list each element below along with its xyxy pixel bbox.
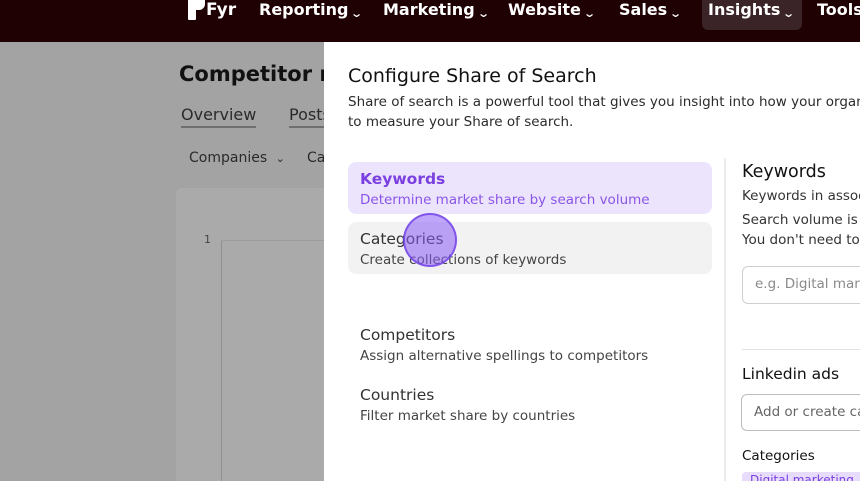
option-title: Countries bbox=[360, 386, 435, 404]
nav-item-website[interactable]: Website ⌄ bbox=[508, 0, 596, 30]
option-subtitle: Determine market share by search volume bbox=[360, 192, 650, 208]
chevron-down-icon: ⌄ bbox=[669, 7, 683, 20]
category-input[interactable]: Add or create ca bbox=[741, 394, 860, 431]
drawer-description-line: to measure your Share of search. bbox=[348, 114, 574, 130]
nav-item-label: Website bbox=[508, 0, 581, 19]
section-divider bbox=[742, 349, 860, 350]
chart-axis bbox=[221, 240, 222, 481]
keyword-input[interactable]: e.g. Digital mark bbox=[742, 266, 860, 304]
option-keywords[interactable]: Keywords Determine market share by searc… bbox=[348, 162, 712, 214]
chevron-down-icon: ⌄ bbox=[275, 152, 285, 165]
chevron-down-icon: ⌄ bbox=[350, 7, 364, 20]
option-title: Competitors bbox=[360, 326, 456, 344]
filter-companies[interactable]: Companies ⌄ bbox=[189, 150, 285, 166]
panel-title: Keywords bbox=[742, 162, 826, 182]
nav-item-label: Insights bbox=[708, 0, 781, 19]
category-name: Linkedin ads bbox=[742, 365, 840, 383]
option-competitors[interactable]: Competitors Assign alternative spellings… bbox=[348, 318, 712, 370]
drawer-description: Share of search is a powerful tool that … bbox=[348, 92, 860, 132]
filter-categories[interactable]: Ca bbox=[307, 150, 325, 166]
category-tag[interactable]: Digital marketing bbox=[742, 472, 860, 481]
top-navigation: Fyr Reporting ⌄ Marketing ⌄ Website ⌄ Sa… bbox=[0, 0, 860, 42]
option-categories[interactable]: Categories Create collections of keyword… bbox=[348, 222, 712, 274]
chart-card bbox=[176, 188, 346, 481]
cursor-indicator bbox=[403, 213, 457, 267]
panel-text: Keywords in assoc bbox=[742, 188, 860, 204]
tab-overview[interactable]: Overview bbox=[181, 105, 257, 128]
option-subtitle: Filter market share by countries bbox=[360, 408, 576, 424]
panel-text: Search volume is t bbox=[742, 212, 860, 228]
nav-item-label: Sales bbox=[619, 0, 668, 19]
nav-item-label: Tools bbox=[817, 0, 860, 19]
chevron-down-icon: ⌄ bbox=[583, 7, 596, 20]
logo-icon bbox=[186, 0, 212, 20]
configure-drawer: Configure Share of Search Share of searc… bbox=[324, 42, 860, 481]
filter-label: Companies bbox=[189, 150, 268, 166]
categories-label: Categories bbox=[742, 448, 815, 464]
nav-item-label: Reporting bbox=[259, 0, 349, 19]
option-title: Keywords bbox=[360, 170, 446, 188]
chevron-down-icon: ⌄ bbox=[476, 7, 490, 20]
nav-item-insights[interactable]: Insights ⌄ bbox=[702, 0, 802, 30]
nav-item-sales[interactable]: Sales ⌄ bbox=[619, 0, 683, 30]
logo[interactable]: Fyr bbox=[186, 0, 236, 20]
panel-divider bbox=[724, 158, 726, 481]
nav-item-marketing[interactable]: Marketing ⌄ bbox=[383, 0, 490, 30]
chart-axis-tick: 1 bbox=[204, 233, 211, 246]
option-countries[interactable]: Countries Filter market share by countri… bbox=[348, 378, 712, 430]
nav-item-label: Marketing bbox=[383, 0, 475, 19]
nav-item-reporting[interactable]: Reporting ⌄ bbox=[259, 0, 364, 30]
drawer-title: Configure Share of Search bbox=[348, 65, 597, 87]
panel-text: You don't need to bbox=[742, 232, 860, 248]
chart-gridline bbox=[221, 240, 331, 241]
nav-item-tools[interactable]: Tools bbox=[817, 0, 860, 30]
option-subtitle: Assign alternative spellings to competit… bbox=[360, 348, 649, 364]
page-title: Competitor r bbox=[179, 62, 330, 86]
chevron-down-icon: ⌄ bbox=[782, 7, 796, 20]
drawer-description-line: Share of search is a powerful tool that … bbox=[348, 94, 860, 110]
